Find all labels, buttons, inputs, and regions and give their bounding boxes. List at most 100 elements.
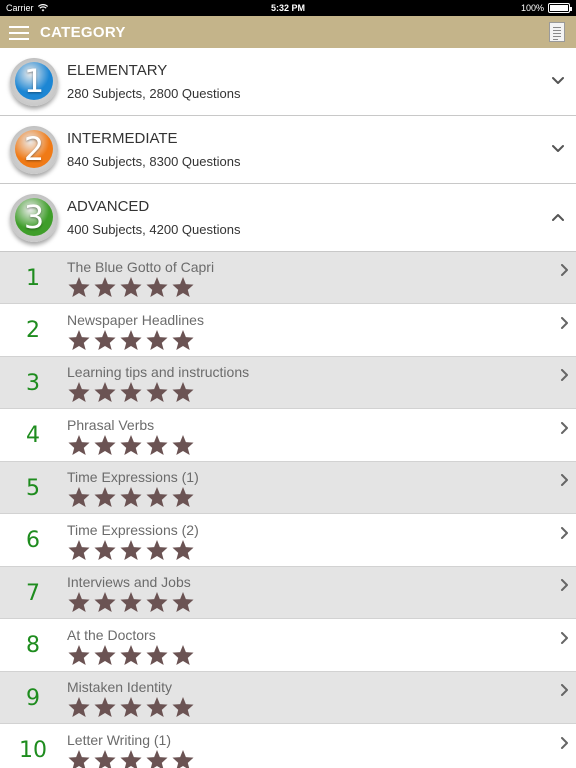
subject-row[interactable]: 10 Letter Writing (1): [0, 724, 576, 768]
subject-number: 7: [26, 580, 40, 606]
category-title: ELEMENTARY: [67, 62, 168, 79]
star-rating: [67, 329, 195, 351]
star-icon: [146, 329, 168, 350]
hamburger-menu-icon[interactable]: [9, 24, 29, 40]
chevron-right-icon: [561, 264, 568, 276]
star-icon: [146, 644, 168, 665]
chevron-right-icon: [561, 316, 568, 329]
subject-number: 5: [26, 475, 40, 501]
chevron-right-icon: [561, 631, 568, 644]
star-icon: [120, 749, 142, 768]
category-number-badge: 3: [10, 194, 58, 242]
subject-row[interactable]: 3 Learning tips and instructions: [0, 357, 576, 409]
battery-icon: [548, 3, 572, 13]
star-icon: [146, 696, 168, 718]
subject-row[interactable]: 2 Newspaper Headlines: [0, 304, 576, 357]
subject-number: 4: [26, 423, 40, 448]
star-icon: [172, 749, 194, 768]
category-subtitle: 280 Subjects, 2800 Questions: [67, 86, 241, 101]
star-icon: [172, 696, 194, 718]
star-icon: [172, 486, 194, 508]
subject-row[interactable]: 9 Mistaken Identity: [0, 672, 576, 724]
subject-row[interactable]: 7 Interviews and Jobs: [0, 567, 576, 619]
star-icon: [172, 591, 194, 613]
subject-number: 3: [26, 370, 40, 396]
star-icon: [172, 381, 194, 403]
subject-title: Newspaper Headlines: [67, 311, 204, 328]
star-rating: [67, 591, 195, 613]
chevron-down-icon[interactable]: [552, 144, 564, 154]
star-icon: [146, 539, 168, 560]
nav-bar: CATEGORY: [0, 16, 576, 48]
subject-number: 1: [26, 265, 40, 291]
star-icon: [94, 276, 116, 298]
star-icon: [94, 749, 116, 768]
star-icon: [172, 644, 194, 665]
star-icon: [94, 696, 116, 718]
star-icon: [68, 696, 90, 718]
star-icon: [120, 591, 142, 613]
star-icon: [120, 276, 142, 298]
status-left: Carrier: [6, 3, 48, 13]
category-row-elementary[interactable]: 1 ELEMENTARY 280 Subjects, 2800 Questions: [0, 48, 576, 116]
star-icon: [94, 434, 116, 455]
chevron-right-icon: [561, 526, 568, 539]
star-rating: [67, 486, 195, 508]
subject-row[interactable]: 4 Phrasal Verbs: [0, 409, 576, 462]
category-title: INTERMEDIATE: [67, 130, 178, 147]
chevron-up-icon[interactable]: [552, 212, 564, 222]
subject-title: Mistaken Identity: [67, 679, 173, 695]
subject-row[interactable]: 1 The Blue Gotto of Capri: [0, 252, 576, 304]
subject-row[interactable]: 6 Time Expressions (2): [0, 514, 576, 567]
star-icon: [94, 486, 116, 508]
star-icon: [172, 434, 194, 455]
star-icon: [94, 591, 116, 613]
category-number: 2: [15, 130, 53, 168]
star-icon: [68, 644, 90, 665]
star-icon: [120, 329, 142, 350]
category-subtitle: 400 Subjects, 4200 Questions: [67, 222, 241, 237]
category-number: 3: [15, 198, 53, 236]
star-icon: [172, 329, 194, 350]
category-row-advanced[interactable]: 3 ADVANCED 400 Subjects, 4200 Questions: [0, 184, 576, 252]
star-icon: [68, 486, 90, 508]
category-title: ADVANCED: [67, 198, 150, 215]
star-icon: [120, 644, 142, 665]
star-icon: [94, 644, 116, 665]
star-icon: [146, 434, 168, 455]
category-subtitle: 840 Subjects, 8300 Questions: [67, 154, 241, 169]
star-rating: [67, 644, 195, 666]
subject-title: Phrasal Verbs: [67, 416, 155, 433]
star-icon: [120, 381, 142, 403]
star-icon: [172, 276, 194, 298]
star-rating: [67, 539, 195, 561]
star-icon: [68, 591, 90, 613]
subject-title: The Blue Gotto of Capri: [67, 259, 215, 275]
star-icon: [94, 329, 116, 350]
star-icon: [146, 486, 168, 508]
subject-number: 2: [26, 318, 40, 343]
subject-title: Interviews and Jobs: [67, 574, 191, 590]
subject-title: Letter Writing (1): [67, 731, 171, 748]
star-icon: [68, 749, 90, 768]
chevron-right-icon: [561, 736, 568, 749]
subject-title: Learning tips and instructions: [67, 364, 250, 380]
subject-number: 8: [26, 633, 40, 658]
document-icon[interactable]: [549, 22, 565, 42]
chevron-right-icon: [561, 684, 568, 696]
status-bar: Carrier 5:32 PM 100%: [0, 0, 576, 16]
subject-row[interactable]: 5 Time Expressions (1): [0, 462, 576, 514]
subject-row[interactable]: 8 At the Doctors: [0, 619, 576, 672]
star-icon: [120, 539, 142, 560]
star-rating: [67, 276, 195, 298]
star-icon: [120, 696, 142, 718]
category-number-badge: 1: [10, 58, 58, 106]
subject-title: At the Doctors: [67, 626, 156, 643]
star-icon: [68, 539, 90, 560]
status-time: 5:32 PM: [270, 3, 305, 13]
chevron-down-icon[interactable]: [552, 76, 564, 86]
category-row-intermediate[interactable]: 2 INTERMEDIATE 840 Subjects, 8300 Question…: [0, 116, 576, 184]
wifi-icon: [37, 4, 48, 12]
star-icon: [94, 539, 116, 560]
category-number-badge: 2: [10, 126, 58, 174]
